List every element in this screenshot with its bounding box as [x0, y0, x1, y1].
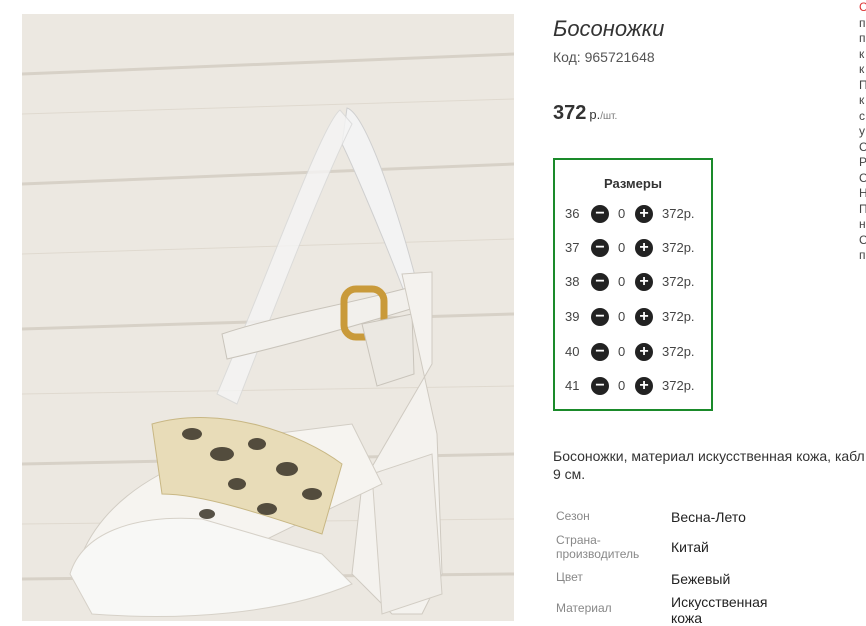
side-text-line: Н [859, 186, 866, 200]
sandal-image [22, 14, 514, 621]
property-value: Бежевый [671, 571, 731, 587]
side-text-line: С [859, 139, 866, 154]
side-text-line: п [859, 248, 866, 262]
side-text-line: П [859, 77, 866, 92]
size-row: 36 − 0 + 372р. [555, 202, 711, 226]
minus-circle-icon[interactable]: − [591, 377, 609, 395]
side-text-line: к [859, 62, 865, 76]
size-label: 39 [565, 309, 580, 324]
size-price: 372р. [662, 206, 695, 221]
size-quantity[interactable]: 0 [618, 274, 625, 289]
side-text-line: с [859, 108, 865, 123]
property-key: Сезон [556, 509, 590, 523]
plus-circle-icon[interactable]: + [635, 308, 653, 326]
size-label: 36 [565, 206, 580, 221]
size-row: 37 − 0 + 372р. [555, 236, 711, 260]
size-row: 40 − 0 + 372р. [555, 340, 711, 364]
size-quantity[interactable]: 0 [618, 309, 625, 324]
plus-circle-icon[interactable]: + [635, 239, 653, 257]
property-key: Цвет [556, 570, 583, 584]
description-line: Босоножки, материал искусственная кожа, … [553, 448, 865, 464]
product-description: Босоножки, материал искусственная кожа, … [553, 447, 866, 483]
price-value: 372 [553, 102, 587, 124]
size-label: 38 [565, 274, 580, 289]
product-photo[interactable] [22, 14, 514, 621]
minus-circle-icon[interactable]: − [591, 239, 609, 257]
product-price: 372 р./шт. [553, 102, 617, 125]
side-text-line: П [859, 201, 866, 216]
side-text-line: С [859, 170, 866, 185]
product-code: Код: 965721648 [553, 49, 655, 65]
size-price: 372р. [662, 309, 695, 324]
size-row: 41 − 0 + 372р. [555, 374, 711, 398]
size-price: 372р. [662, 378, 695, 393]
size-row: 39 − 0 + 372р. [555, 305, 711, 329]
size-label: 37 [565, 240, 580, 255]
size-label: 41 [565, 378, 580, 393]
size-quantity[interactable]: 0 [618, 344, 625, 359]
size-price: 372р. [662, 274, 695, 289]
property-key: Страна-производитель [556, 533, 640, 561]
description-line: 9 см. [553, 466, 586, 482]
sizes-title: Размеры [604, 176, 662, 191]
plus-circle-icon[interactable]: + [635, 273, 653, 291]
sizes-panel: Размеры 36 − 0 + 372р. 37 − 0 + 372р. 38… [553, 158, 713, 411]
plus-circle-icon[interactable]: + [635, 343, 653, 361]
price-unit: р./шт. [589, 107, 617, 122]
side-text-line: Р [859, 155, 866, 169]
property-value: Весна-Лето [671, 509, 746, 525]
side-text-line: С [859, 232, 866, 247]
size-quantity[interactable]: 0 [618, 206, 625, 221]
minus-circle-icon[interactable]: − [591, 273, 609, 291]
side-text-line: к [859, 93, 865, 107]
plus-circle-icon[interactable]: + [635, 377, 653, 395]
side-text-line: п [859, 15, 866, 30]
size-quantity[interactable]: 0 [618, 240, 625, 255]
property-key: Материал [556, 601, 612, 615]
product-title: Босоножки [553, 16, 665, 41]
size-price: 372р. [662, 240, 695, 255]
side-text-line: н [859, 217, 866, 231]
price-currency: р. [589, 107, 601, 122]
price-per: /шт. [600, 111, 618, 122]
side-text-line: п [859, 31, 866, 45]
side-text-line: С [859, 0, 866, 14]
size-row: 38 − 0 + 372р. [555, 270, 711, 294]
minus-circle-icon[interactable]: − [591, 343, 609, 361]
size-quantity[interactable]: 0 [618, 378, 625, 393]
side-text-line: у [859, 124, 865, 138]
minus-circle-icon[interactable]: − [591, 308, 609, 326]
side-text-line: к [859, 46, 865, 61]
property-value: Искусственная кожа [671, 594, 768, 626]
minus-circle-icon[interactable]: − [591, 205, 609, 223]
size-price: 372р. [662, 344, 695, 359]
plus-circle-icon[interactable]: + [635, 205, 653, 223]
property-value: Китай [671, 539, 709, 555]
side-text-column: С п п к к П к с у С Р С Н П н С п [859, 0, 866, 290]
size-label: 40 [565, 344, 580, 359]
